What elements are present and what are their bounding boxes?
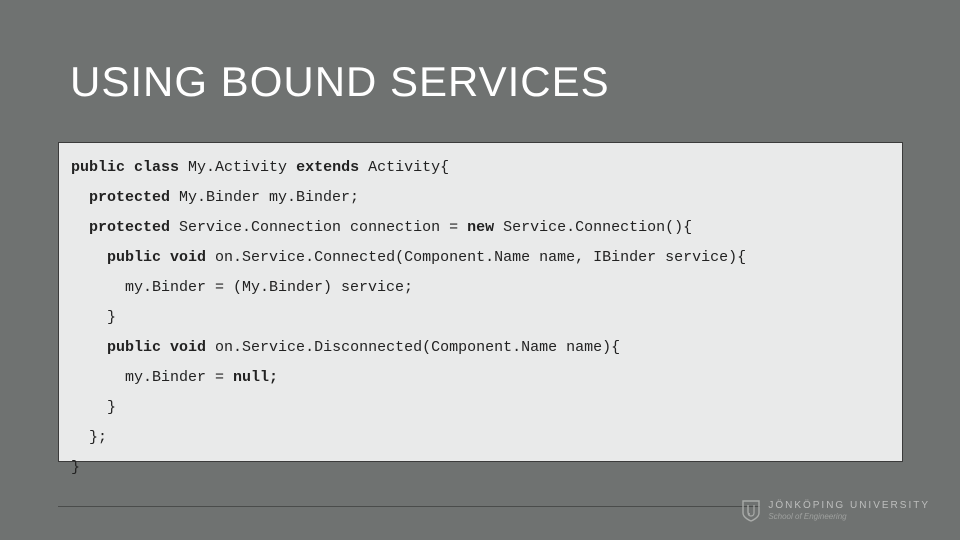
kw: public void bbox=[107, 249, 206, 266]
code-line-4: public void on.Service.Connected(Compone… bbox=[71, 249, 746, 266]
code-line-5: my.Binder = (My.Binder) service; bbox=[71, 279, 413, 296]
kw: extends bbox=[296, 159, 359, 176]
code-line-8: my.Binder = null; bbox=[71, 369, 278, 386]
code-line-11: } bbox=[71, 459, 80, 476]
university-logo: JÖNKÖPING UNIVERSITY School of Engineeri… bbox=[742, 500, 930, 522]
code-line-9: } bbox=[71, 399, 116, 416]
code-line-6: } bbox=[71, 309, 116, 326]
kw: protected bbox=[89, 189, 170, 206]
indent bbox=[71, 189, 89, 206]
logo-name: JÖNKÖPING UNIVERSITY bbox=[768, 501, 930, 511]
txt: on.Service.Disconnected(Component.Name n… bbox=[206, 339, 620, 356]
indent bbox=[71, 339, 107, 356]
logo-text: JÖNKÖPING UNIVERSITY School of Engineeri… bbox=[768, 501, 930, 521]
code-block: public class My.Activity extends Activit… bbox=[58, 142, 903, 462]
divider bbox=[58, 506, 760, 507]
logo-subtitle: School of Engineering bbox=[768, 513, 930, 521]
txt: Service.Connection connection = bbox=[170, 219, 467, 236]
txt: My.Binder my.Binder; bbox=[170, 189, 359, 206]
slide: USING BOUND SERVICES public class My.Act… bbox=[0, 0, 960, 540]
kw: public class bbox=[71, 159, 179, 176]
code-line-2: protected My.Binder my.Binder; bbox=[71, 189, 359, 206]
kw: null; bbox=[233, 369, 278, 386]
txt: on.Service.Connected(Component.Name name… bbox=[206, 249, 746, 266]
code-line-7: public void on.Service.Disconnected(Comp… bbox=[71, 339, 620, 356]
kw: protected bbox=[89, 219, 170, 236]
txt: my.Binder = bbox=[71, 369, 233, 386]
slide-title: USING BOUND SERVICES bbox=[70, 58, 610, 106]
indent bbox=[71, 249, 107, 266]
txt: Service.Connection(){ bbox=[494, 219, 692, 236]
indent bbox=[71, 219, 89, 236]
txt: Activity{ bbox=[359, 159, 449, 176]
txt: My.Activity bbox=[179, 159, 296, 176]
code-line-10: }; bbox=[71, 429, 107, 446]
code-line-3: protected Service.Connection connection … bbox=[71, 219, 692, 236]
kw: new bbox=[467, 219, 494, 236]
shield-icon bbox=[742, 500, 760, 522]
kw: public void bbox=[107, 339, 206, 356]
code-line-1: public class My.Activity extends Activit… bbox=[71, 159, 449, 176]
